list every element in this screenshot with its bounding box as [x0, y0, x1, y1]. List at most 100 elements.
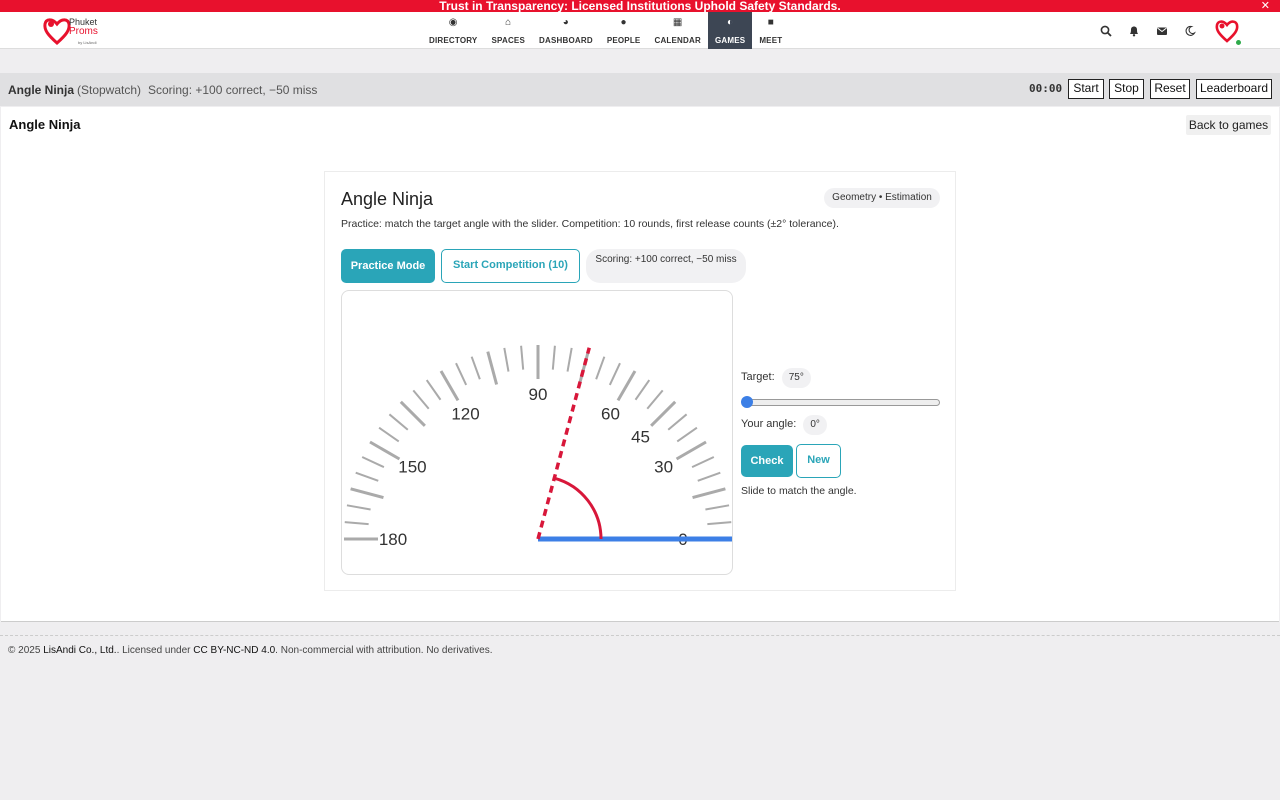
leaderboard-button[interactable]: Leaderboard [1196, 79, 1272, 99]
nav-item-people[interactable]: ● PEOPLE [600, 12, 648, 49]
online-status-dot [1235, 39, 1242, 46]
protractor-dial: 030456090120150180 [341, 290, 733, 575]
hint-text: Slide to match the angle. [741, 485, 857, 497]
scoring-badge: Scoring: +100 correct, −50 miss [586, 249, 746, 283]
dial-tick [486, 351, 499, 385]
target-value: 75° [781, 368, 811, 388]
practice-mode-button[interactable]: Practice Mode [341, 249, 435, 283]
mail-icon[interactable] [1156, 25, 1168, 37]
nav-label: GAMES [714, 36, 746, 45]
game-description: Practice: match the target angle with th… [341, 218, 839, 230]
dial-tick [470, 356, 481, 380]
dial-tick [355, 471, 379, 482]
dial-label: 120 [451, 404, 479, 423]
your-angle-label: Your angle: [741, 418, 797, 430]
dial-tick [369, 440, 401, 461]
nav-label: PEOPLE [606, 36, 641, 45]
start-button[interactable]: Start [1068, 79, 1104, 99]
close-icon[interactable]: ✕ [1261, 0, 1270, 12]
dial-label: 30 [654, 458, 673, 477]
dial-tick [503, 347, 510, 372]
nav-item-directory[interactable]: ◉ DIRECTORY [422, 12, 484, 49]
dial-tick [608, 362, 621, 386]
dial-tick [691, 456, 715, 469]
dial-label: 180 [379, 530, 407, 549]
dial-tick [566, 347, 573, 372]
check-button[interactable]: Check [741, 445, 793, 477]
game-card: Angle Ninja Geometry • Estimation Practi… [324, 171, 956, 591]
nav-label: DIRECTORY [429, 36, 478, 45]
your-angle-row: Your angle: 0° [741, 415, 827, 435]
nav-label: SPACES [491, 36, 525, 45]
dial-tick [676, 426, 698, 443]
back-to-games-button[interactable]: Back to games [1186, 115, 1271, 135]
nav-label: MEET [759, 36, 783, 45]
brand-line-3: by LisAndi [78, 40, 97, 45]
dial-tick [577, 351, 590, 385]
company-link[interactable]: LisAndi Co., Ltd. [43, 645, 116, 656]
avatar[interactable] [1214, 18, 1242, 46]
dial-tick [412, 389, 430, 410]
game-header-bar: Angle Ninja (Stopwatch) Scoring: +100 co… [0, 73, 1280, 106]
license-link[interactable]: CC BY-NC-ND 4.0 [193, 645, 275, 656]
dial-tick [692, 487, 726, 500]
reset-button[interactable]: Reset [1150, 79, 1190, 99]
dial-label: 90 [529, 385, 548, 404]
new-round-button[interactable]: New [796, 444, 841, 478]
nav-item-games[interactable]: ◐ GAMES [707, 12, 753, 49]
announcement-banner: Trust in Transparency: Licensed Institut… [0, 0, 1280, 12]
dial-tick [646, 389, 664, 410]
your-angle-value: 0° [803, 415, 827, 435]
dial-tick [705, 504, 730, 511]
dial-tick [707, 521, 732, 526]
angle-slider[interactable] [747, 399, 940, 406]
heart-logo-icon [43, 18, 71, 46]
dial-tick [361, 456, 385, 469]
footer: © 2025 LisAndi Co., Ltd.. Licensed under… [8, 645, 492, 656]
dial-tick [667, 413, 688, 431]
users-icon: ● [620, 17, 627, 28]
dial-tick [455, 362, 468, 386]
game-title: Angle Ninja [341, 189, 434, 209]
dial-tick [551, 345, 556, 370]
dial-tick [439, 370, 460, 402]
angle-slider-thumb[interactable] [741, 396, 753, 408]
nav-label: DASHBOARD [539, 36, 593, 45]
brand-logo[interactable]: Phuket Proms by LisAndi [42, 15, 112, 47]
dial-label: 45 [631, 427, 650, 446]
nav-actions [1100, 12, 1196, 49]
licensed-text: . Licensed under [116, 645, 191, 656]
game-bar-mode: (Stopwatch) [77, 83, 142, 97]
bell-icon[interactable] [1128, 25, 1140, 37]
game-bar-title: Angle Ninja [8, 83, 75, 97]
nav-label: CALENDAR [654, 36, 701, 45]
angle-arc [553, 476, 603, 540]
stop-button[interactable]: Stop [1109, 79, 1144, 99]
dial-tick [350, 487, 384, 500]
nav-item-dashboard[interactable]: ◕ DASHBOARD [532, 12, 600, 49]
nav-item-calendar[interactable]: ▦ CALENDAR [647, 12, 708, 49]
gauge-icon: ◕ [562, 17, 570, 28]
dial-tick [399, 400, 426, 427]
target-angle-ray [536, 347, 591, 540]
gamepad-icon: ◐ [727, 17, 734, 28]
nav-item-spaces[interactable]: ⌂ SPACES [484, 12, 532, 49]
dial-tick [388, 413, 409, 431]
dial-tick [697, 471, 721, 482]
video-icon: ■ [767, 17, 774, 28]
dial-tick [634, 379, 651, 401]
dial-tick [616, 370, 637, 402]
dial-tick [650, 400, 677, 427]
target-label: Target: [741, 371, 775, 383]
start-competition-button[interactable]: Start Competition (10) [441, 249, 580, 283]
brand-line-2: Proms [69, 26, 98, 37]
nav-item-meet[interactable]: ■ MEET [752, 12, 789, 49]
dial-label: 150 [398, 458, 426, 477]
dial-tick [675, 440, 707, 461]
dial-tick [346, 504, 371, 511]
protractor-svg: 030456090120150180 [344, 345, 732, 549]
search-icon[interactable] [1100, 25, 1112, 37]
calendar-icon: ▦ [672, 17, 683, 28]
moon-icon[interactable] [1184, 25, 1196, 37]
dial-tick [520, 345, 525, 370]
